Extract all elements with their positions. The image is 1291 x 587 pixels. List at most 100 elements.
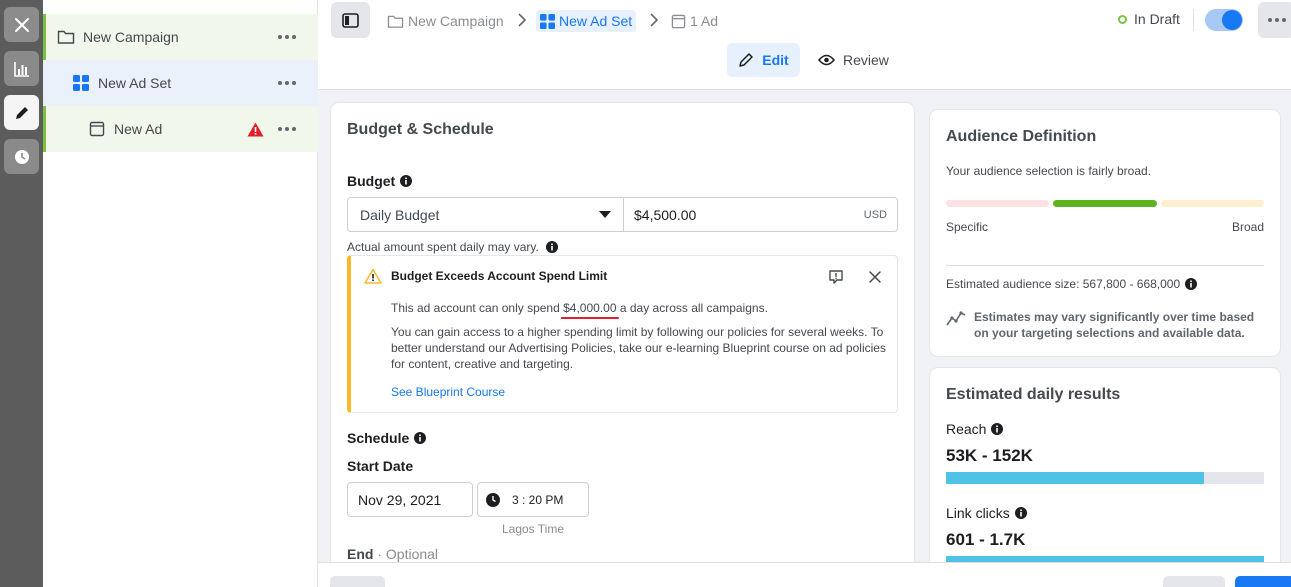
alert-title: Budget Exceeds Account Spend Limit <box>391 269 608 283</box>
audience-disclaimer: Estimates may vary significantly over ti… <box>974 310 1255 340</box>
chevron-right-icon <box>650 13 658 27</box>
breadcrumb-ad[interactable]: 1 Ad <box>671 10 718 32</box>
start-date-label: Start Date <box>347 458 414 474</box>
start-time-input[interactable]: 3 : 20 PM <box>477 482 589 517</box>
optional-label: · Optional <box>377 546 439 562</box>
budget-label: Budget <box>347 173 413 189</box>
meter-specific-label: Specific <box>946 220 989 234</box>
schedule-label: Schedule <box>347 430 427 446</box>
folder-icon <box>57 28 75 46</box>
caret-down-icon <box>599 210 611 218</box>
reach-label-text: Reach <box>946 421 987 437</box>
error-warning-icon <box>247 122 264 137</box>
schedule-label-text: Schedule <box>347 430 410 446</box>
publish-toggle[interactable] <box>1205 9 1243 31</box>
pencil-icon <box>15 106 28 119</box>
spend-limit-alert: Budget Exceeds Account Spend Limit This … <box>347 255 898 413</box>
ad-set-grid-icon <box>72 74 90 92</box>
link-clicks-value: 601 - 1.7K <box>946 530 1026 549</box>
status-dot-icon <box>1118 14 1127 24</box>
estimated-results-card: Estimated daily results Reach 53K - 152K… <box>930 368 1280 587</box>
timezone-label: Lagos Time <box>501 522 565 536</box>
report-feedback-icon[interactable] <box>828 269 844 288</box>
divider <box>1193 9 1194 31</box>
reach-label: Reach <box>946 421 1004 437</box>
more-options-button[interactable] <box>1258 2 1291 38</box>
alert-limit-text: This ad account can only spend $4,000.00… <box>391 300 891 316</box>
reach-bar-fill <box>946 472 1204 484</box>
close-button[interactable] <box>4 7 39 42</box>
breadcrumb-label: 1 Ad <box>690 13 719 29</box>
more-options-icon[interactable] <box>278 35 296 39</box>
publish-button[interactable] <box>1235 576 1291 587</box>
meter-broad-segment <box>1161 200 1264 207</box>
end-date-label: End · Optional <box>347 546 438 562</box>
budget-type-select[interactable]: Daily Budget <box>347 197 624 232</box>
reach-value: 53K - 152K <box>946 446 1033 465</box>
currency-label: USD <box>863 208 887 221</box>
tab-label: Edit <box>762 52 789 68</box>
draft-status: In Draft <box>1118 11 1180 27</box>
top-bar: New Campaign New Ad Set 1 Ad In Draft Ed… <box>318 0 1291 90</box>
info-icon[interactable] <box>1185 278 1198 290</box>
info-icon[interactable] <box>1014 507 1027 519</box>
breadcrumb-ad-set[interactable]: New Ad Set <box>536 10 637 32</box>
info-icon[interactable] <box>545 241 558 253</box>
audience-size-text: Estimated audience size: 567,800 - 668,0… <box>946 277 1181 291</box>
clock-icon <box>486 492 500 507</box>
budget-schedule-card: Budget & Schedule Budget Daily Budget $4… <box>331 103 914 587</box>
more-options-icon[interactable] <box>278 127 296 131</box>
more-options-icon[interactable] <box>278 81 296 85</box>
budget-amount-input[interactable]: $4,500.00 USD <box>623 197 898 232</box>
tree-item-label: New Ad Set <box>98 75 172 91</box>
close-icon <box>14 17 29 32</box>
audience-size: Estimated audience size: 567,800 - 668,0… <box>946 277 1198 291</box>
select-value: Daily Budget <box>360 206 440 223</box>
trend-line-icon <box>946 310 966 329</box>
structure-tree: New Campaign New Ad Set New Ad <box>43 0 318 587</box>
history-button[interactable] <box>4 139 39 174</box>
tab-label: Review <box>843 52 889 68</box>
secondary-action-button[interactable] <box>1163 576 1225 587</box>
eye-icon <box>818 54 835 66</box>
breadcrumb-campaign[interactable]: New Campaign <box>387 10 504 32</box>
amount-value: $4,500.00 <box>634 206 697 223</box>
date-value: Nov 29, 2021 <box>358 491 442 508</box>
tab-edit[interactable]: Edit <box>727 43 800 77</box>
audience-summary: Your audience selection is fairly broad. <box>946 164 1152 178</box>
blueprint-course-link[interactable]: See Blueprint Course <box>391 385 505 399</box>
meter-broad-label: Broad <box>1231 220 1264 234</box>
budget-label-text: Budget <box>347 173 396 189</box>
sidebar-toggle-button[interactable] <box>331 2 370 38</box>
close-icon[interactable] <box>869 270 881 286</box>
breadcrumb-label: New Ad Set <box>559 13 633 29</box>
pencil-icon <box>739 53 754 67</box>
info-icon[interactable] <box>991 423 1004 435</box>
ad-page-icon <box>88 120 106 138</box>
footer-bar <box>318 562 1291 587</box>
budget-note-text: Actual amount spent daily may vary. <box>347 240 539 254</box>
tree-item-ad[interactable]: New Ad <box>43 106 318 152</box>
info-icon[interactable] <box>414 432 427 444</box>
start-date-input[interactable]: Nov 29, 2021 <box>347 482 473 517</box>
info-icon[interactable] <box>400 175 413 187</box>
edit-mode-button[interactable] <box>4 95 39 130</box>
tree-item-ad-set[interactable]: New Ad Set <box>43 60 318 106</box>
warning-icon <box>364 268 382 287</box>
ad-set-grid-icon <box>540 13 555 29</box>
link-clicks-label-text: Link clicks <box>946 505 1010 521</box>
chevron-right-icon <box>518 13 526 27</box>
alert-text: This ad account can only spend <box>391 301 564 315</box>
alert-text: a day across all campaigns. <box>616 301 768 315</box>
chart-icon <box>13 61 29 77</box>
audience-definition-card: Audience Definition Your audience select… <box>930 110 1280 356</box>
charts-button[interactable] <box>4 51 39 86</box>
more-options-icon <box>1268 18 1286 22</box>
tab-review[interactable]: Review <box>818 43 889 77</box>
tree-item-campaign[interactable]: New Campaign <box>43 14 318 60</box>
back-button[interactable] <box>330 576 385 587</box>
folder-icon <box>387 15 404 28</box>
ad-page-icon <box>671 14 686 28</box>
tree-item-label: New Campaign <box>83 29 179 45</box>
time-value: 3 : 20 PM <box>512 492 564 507</box>
